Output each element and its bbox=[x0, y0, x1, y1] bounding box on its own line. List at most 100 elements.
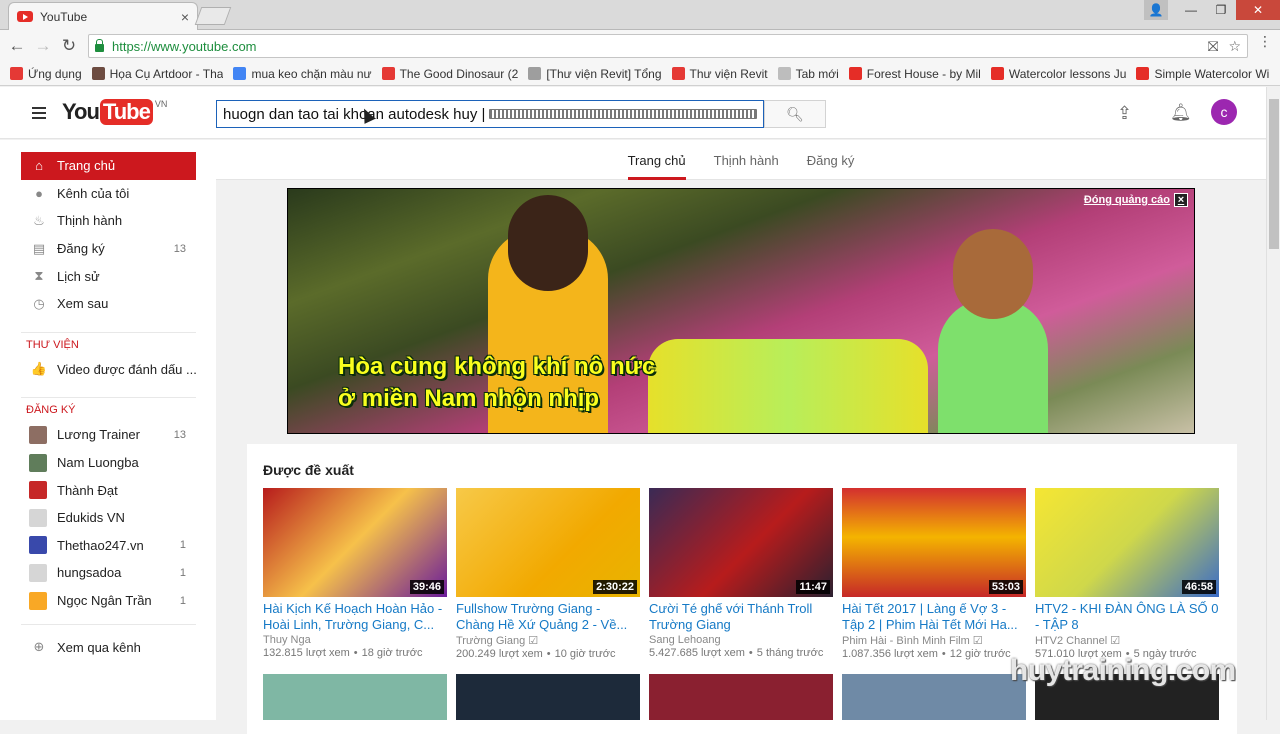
bookmark-label: Watercolor lessons Ju bbox=[1008, 66, 1127, 81]
video-card[interactable]: 53:03 Hài Tết 2017 | Làng ế Vợ 3 - Tập 2 … bbox=[842, 488, 1026, 660]
sidebar-item[interactable]: ● Kênh của tôi bbox=[0, 180, 216, 208]
bookmark-icon bbox=[10, 67, 23, 80]
subscription-item[interactable]: Lương Trainer 13 bbox=[0, 421, 216, 449]
video-thumbnail-next-row[interactable] bbox=[456, 674, 640, 720]
close-ad-button[interactable]: Đóng quảng cáo × bbox=[1084, 193, 1188, 207]
bookmark-item[interactable]: Forest House - by Mil bbox=[848, 67, 981, 81]
bookmark-icon bbox=[528, 67, 542, 80]
video-channel[interactable]: Thuy Nga bbox=[263, 634, 447, 646]
video-title[interactable]: Cười Té ghế với Thánh Troll Trường Giang bbox=[649, 601, 833, 633]
recommended-section: Được đề xuất 39:46 Hài Kịch Kế Hoạch Hoàn… bbox=[247, 444, 1237, 734]
bookmark-item[interactable]: The Good Dinosaur (2 bbox=[381, 67, 518, 81]
reload-icon[interactable]: ↻ bbox=[56, 33, 82, 59]
close-ad-label: Đóng quảng cáo bbox=[1083, 194, 1170, 206]
bookmark-item[interactable]: Thư viện Revit bbox=[671, 67, 768, 81]
subscription-item[interactable]: Thành Đạt bbox=[0, 476, 216, 504]
hamburger-menu-icon[interactable] bbox=[32, 107, 46, 119]
video-thumbnail[interactable]: 39:46 bbox=[263, 488, 447, 597]
subscription-item[interactable]: Edukids VN bbox=[0, 504, 216, 532]
youtube-logo[interactable]: You Tube VN bbox=[62, 99, 167, 125]
subscription-item[interactable]: Thethao247.vn 1 bbox=[0, 532, 216, 560]
video-thumbnail[interactable]: 11:47 bbox=[649, 488, 833, 597]
sidebar-item[interactable]: ⌂ Trang chủ bbox=[21, 152, 196, 180]
video-channel[interactable]: Trường Giang ☑ bbox=[456, 634, 640, 647]
address-bar[interactable]: https://www.youtube.com ⛝ ☆ bbox=[88, 34, 1248, 58]
sidebar-item[interactable]: ▤ Đăng ký 13 bbox=[0, 235, 216, 263]
page-scrollbar[interactable] bbox=[1266, 87, 1280, 720]
browser-tab-bar: YouTube × 👤 — ❐ ✕ bbox=[0, 0, 1280, 30]
search-input[interactable]: huogn dan tao tai khoan autodesk huy | bbox=[216, 100, 764, 128]
star-icon[interactable]: ☆ bbox=[1228, 38, 1241, 55]
browser-tab[interactable]: YouTube × bbox=[8, 2, 198, 30]
bookmark-icon bbox=[233, 67, 247, 80]
video-title[interactable]: HTV2 - KHI ĐÀN ÔNG LÀ SỐ 0 - TẬP 8 bbox=[1035, 601, 1219, 633]
bookmark-item[interactable]: Ứng dụng bbox=[10, 67, 82, 81]
video-card[interactable]: 2:30:22 Fullshow Trường Giang - Chàng Hề … bbox=[456, 488, 640, 660]
upload-icon[interactable]: ⇪ bbox=[1117, 103, 1132, 124]
bookmark-item[interactable]: mua keo chặn màu nư bbox=[233, 67, 372, 81]
back-icon[interactable]: ← bbox=[4, 33, 30, 59]
forward-icon[interactable]: → bbox=[30, 33, 56, 59]
subscription-item[interactable]: Ngọc Ngân Trần 1 bbox=[0, 587, 216, 615]
translate-icon[interactable]: ⛝ bbox=[1208, 38, 1219, 55]
sidebar-item[interactable]: ⧗ Lịch sử bbox=[0, 262, 216, 290]
video-card[interactable]: 11:47 Cười Té ghế với Thánh Troll Trường … bbox=[649, 488, 833, 659]
bookmark-item[interactable]: Watercolor lessons Ju bbox=[990, 66, 1127, 81]
video-thumbnail[interactable]: 53:03 bbox=[842, 488, 1026, 597]
video-title[interactable]: Fullshow Trường Giang - Chàng Hề Xứ Quản… bbox=[456, 601, 640, 633]
restore-icon[interactable]: ❐ bbox=[1206, 0, 1236, 20]
feed-tab[interactable]: Đăng ký bbox=[807, 140, 855, 180]
feed-tab[interactable]: Thịnh hành bbox=[714, 140, 779, 180]
sidebar-item[interactable]: ◷ Xem sau bbox=[0, 290, 216, 318]
video-thumbnail-next-row[interactable] bbox=[649, 674, 833, 720]
video-card[interactable]: 39:46 Hài Kịch Kế Hoạch Hoàn Hảo - Hoài L… bbox=[263, 488, 447, 659]
subscription-item[interactable]: hungsadoa 1 bbox=[0, 559, 216, 587]
sidebar-item-label: Đăng ký bbox=[57, 241, 105, 257]
bookmark-item[interactable]: Họa Cụ Artdoor - Tha bbox=[91, 67, 223, 81]
avatar[interactable]: c bbox=[1211, 99, 1237, 125]
sidebar-item-count: 13 bbox=[173, 242, 186, 255]
video-thumbnail[interactable]: 46:58 bbox=[1035, 488, 1219, 597]
youtube-favicon-icon bbox=[17, 11, 33, 22]
search-button[interactable]: 🔍︎ bbox=[764, 100, 826, 128]
lock-icon bbox=[95, 39, 104, 52]
subscription-label: Edukids VN bbox=[57, 510, 125, 526]
subscription-item[interactable]: Nam Luongba bbox=[0, 449, 216, 477]
ad-banner[interactable]: Hòa cùng không khí nô nức ở miền Nam nhộ… bbox=[287, 188, 1195, 434]
banner-person-right-head bbox=[953, 229, 1033, 319]
chrome-menu-icon[interactable]: ⋮ bbox=[1258, 34, 1272, 48]
video-channel[interactable]: Sang Lehoang bbox=[649, 634, 833, 646]
video-channel[interactable]: HTV2 Channel ☑ bbox=[1035, 634, 1219, 647]
profile-icon[interactable]: 👤 bbox=[1144, 0, 1168, 20]
video-meta: 200.249 lượt xem10 giờ trước bbox=[456, 648, 640, 660]
bookmark-item[interactable]: Tab mới bbox=[777, 67, 839, 81]
subscription-label: Thethao247.vn bbox=[57, 537, 144, 553]
feed-tab[interactable]: Trang chủ bbox=[627, 140, 686, 180]
notifications-bell-icon[interactable]: 🔔︎ bbox=[1170, 103, 1192, 123]
browse-channels-label: Xem qua kênh bbox=[57, 639, 141, 655]
video-thumbnail[interactable]: 2:30:22 bbox=[456, 488, 640, 597]
sidebar-icon: ⧗ bbox=[34, 268, 44, 284]
video-thumbnail-next-row[interactable] bbox=[842, 674, 1026, 720]
keyboard-icon[interactable] bbox=[489, 109, 757, 119]
sidebar-item[interactable]: 👍 Video được đánh dấu ... bbox=[0, 356, 216, 384]
close-window-icon[interactable]: ✕ bbox=[1236, 0, 1280, 20]
bookmark-item[interactable]: [Thư viện Revit] Tổng bbox=[528, 67, 662, 81]
video-age: 18 giờ trước bbox=[350, 647, 423, 659]
video-channel[interactable]: Phim Hài - Bình Minh Film ☑ bbox=[842, 634, 1026, 647]
video-age: 12 giờ trước bbox=[938, 648, 1011, 660]
browse-channels-item[interactable]: ⊕ Xem qua kênh bbox=[0, 633, 216, 661]
tab-close-icon[interactable]: × bbox=[181, 9, 189, 25]
video-thumbnail-next-row[interactable] bbox=[263, 674, 447, 720]
new-tab-button[interactable] bbox=[194, 7, 232, 25]
minimize-icon[interactable]: — bbox=[1176, 0, 1206, 20]
sidebar-item-label: Trang chủ bbox=[57, 158, 116, 174]
video-age: 5 tháng trước bbox=[745, 647, 823, 659]
video-title[interactable]: Hài Kịch Kế Hoạch Hoàn Hảo - Hoài Linh, … bbox=[263, 601, 447, 633]
scrollbar-thumb[interactable] bbox=[1269, 99, 1279, 249]
sidebar-item[interactable]: ♨ Thịnh hành bbox=[0, 207, 216, 235]
video-card[interactable]: 46:58 HTV2 - KHI ĐÀN ÔNG LÀ SỐ 0 - TẬP 8H… bbox=[1035, 488, 1219, 660]
video-duration: 2:30:22 bbox=[593, 580, 637, 594]
bookmark-item[interactable]: Simple Watercolor Wi bbox=[1136, 67, 1269, 81]
video-title[interactable]: Hài Tết 2017 | Làng ế Vợ 3 - Tập 2 | Phi… bbox=[842, 601, 1026, 633]
